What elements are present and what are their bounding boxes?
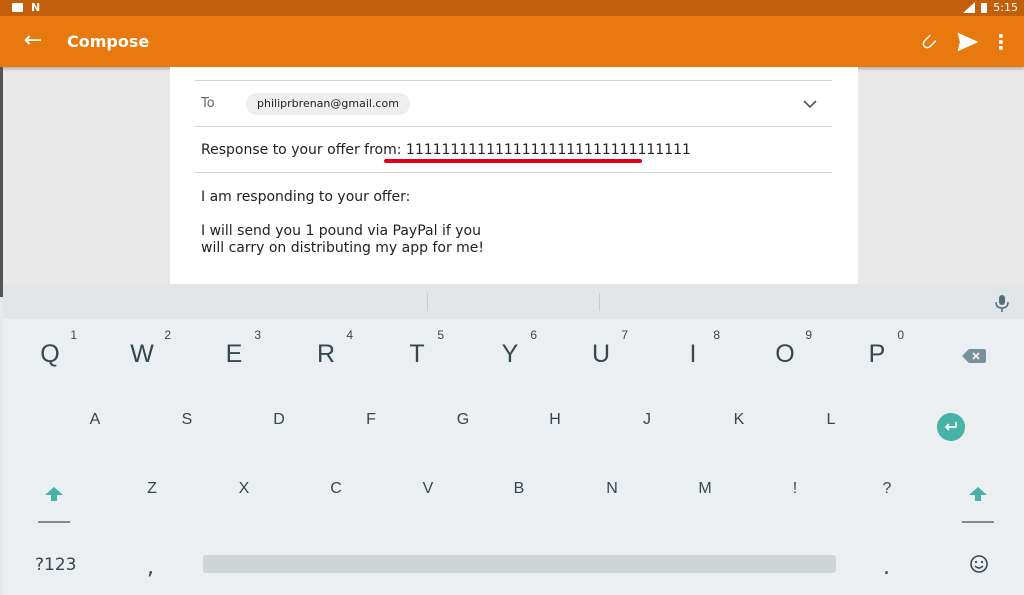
status-bar: N 5:15 <box>0 0 1024 16</box>
key-j[interactable]: J <box>634 411 660 429</box>
backspace-icon[interactable] <box>961 347 987 365</box>
key-f[interactable]: F <box>358 411 384 429</box>
key-k[interactable]: K <box>726 411 752 429</box>
key-b[interactable]: B <box>506 480 532 498</box>
subject-value: 11111111111111111111111111111111 <box>405 142 691 158</box>
key-d[interactable]: D <box>266 411 292 429</box>
divider <box>427 293 428 311</box>
arrow-left-icon[interactable]: ← <box>20 28 46 54</box>
key-g[interactable]: G <box>450 411 476 429</box>
emoji-icon[interactable] <box>968 553 990 575</box>
send-icon[interactable] <box>954 28 982 56</box>
enter-icon[interactable] <box>937 413 965 441</box>
divider <box>195 126 832 127</box>
shift-left-icon[interactable] <box>44 485 64 503</box>
divider <box>195 80 832 81</box>
compose-card: To philiprbrenan@gmail.com Response to y… <box>170 67 858 284</box>
key-e[interactable]: E3 <box>221 328 261 369</box>
page-title: Compose <box>67 32 150 51</box>
recipient-chip[interactable]: philiprbrenan@gmail.com <box>246 93 410 115</box>
shift-underline <box>38 521 70 523</box>
subject-field[interactable]: Response to your offer from: 11111111111… <box>201 142 691 158</box>
key-p[interactable]: P0 <box>864 328 904 369</box>
key-z[interactable]: Z <box>139 480 165 498</box>
symbols-key[interactable]: ?123 <box>35 555 76 575</box>
key-o[interactable]: O9 <box>772 328 812 369</box>
key-y[interactable]: Y6 <box>497 328 537 369</box>
n-icon: N <box>31 1 41 14</box>
key-question[interactable]: ? <box>874 480 900 498</box>
space-bar[interactable] <box>203 555 836 573</box>
keyboard-icon <box>12 3 23 12</box>
subject-prefix: Response to your offer from: <box>201 142 406 158</box>
key-comma[interactable]: , <box>147 555 154 580</box>
key-t[interactable]: T5 <box>404 328 444 369</box>
key-u[interactable]: U7 <box>588 328 628 369</box>
key-l[interactable]: L <box>818 411 844 429</box>
key-c[interactable]: C <box>323 480 349 498</box>
to-label: To <box>201 96 215 111</box>
battery-icon <box>981 2 988 13</box>
paperclip-icon[interactable]: ⊂ <box>908 22 948 62</box>
body-field[interactable]: I am responding to your offer: I will se… <box>201 189 484 257</box>
chevron-down-icon[interactable] <box>800 95 820 113</box>
key-r[interactable]: R4 <box>313 328 353 369</box>
microphone-icon[interactable] <box>992 293 1012 313</box>
signal-icon <box>963 2 976 13</box>
key-x[interactable]: X <box>231 480 257 498</box>
key-i[interactable]: I8 <box>680 328 720 369</box>
key-v[interactable]: V <box>415 480 441 498</box>
divider <box>599 293 600 311</box>
suggestion-bar <box>3 285 1024 319</box>
window-edge <box>0 67 3 297</box>
soft-keyboard: Q1 W2 E3 R4 T5 Y6 U7 I8 O9 P0 A S D F G … <box>3 285 1024 595</box>
key-a[interactable]: A <box>82 411 108 429</box>
shift-right-icon[interactable] <box>968 485 988 503</box>
key-w[interactable]: W2 <box>127 328 171 369</box>
key-period[interactable]: . <box>883 555 890 580</box>
key-n[interactable]: N <box>599 480 625 498</box>
key-q[interactable]: Q1 <box>37 328 77 369</box>
status-time: 5:15 <box>993 1 1018 14</box>
red-underline-annotation <box>384 159 642 163</box>
more-vert-icon[interactable]: ⋮ <box>990 28 1012 56</box>
key-m[interactable]: M <box>690 480 720 498</box>
app-bar: ← Compose ⊂ ⋮ <box>0 16 1024 67</box>
shift-underline <box>962 521 994 523</box>
key-s[interactable]: S <box>174 411 200 429</box>
key-exclamation[interactable]: ! <box>782 480 808 498</box>
key-h[interactable]: H <box>542 411 568 429</box>
divider <box>195 172 832 173</box>
